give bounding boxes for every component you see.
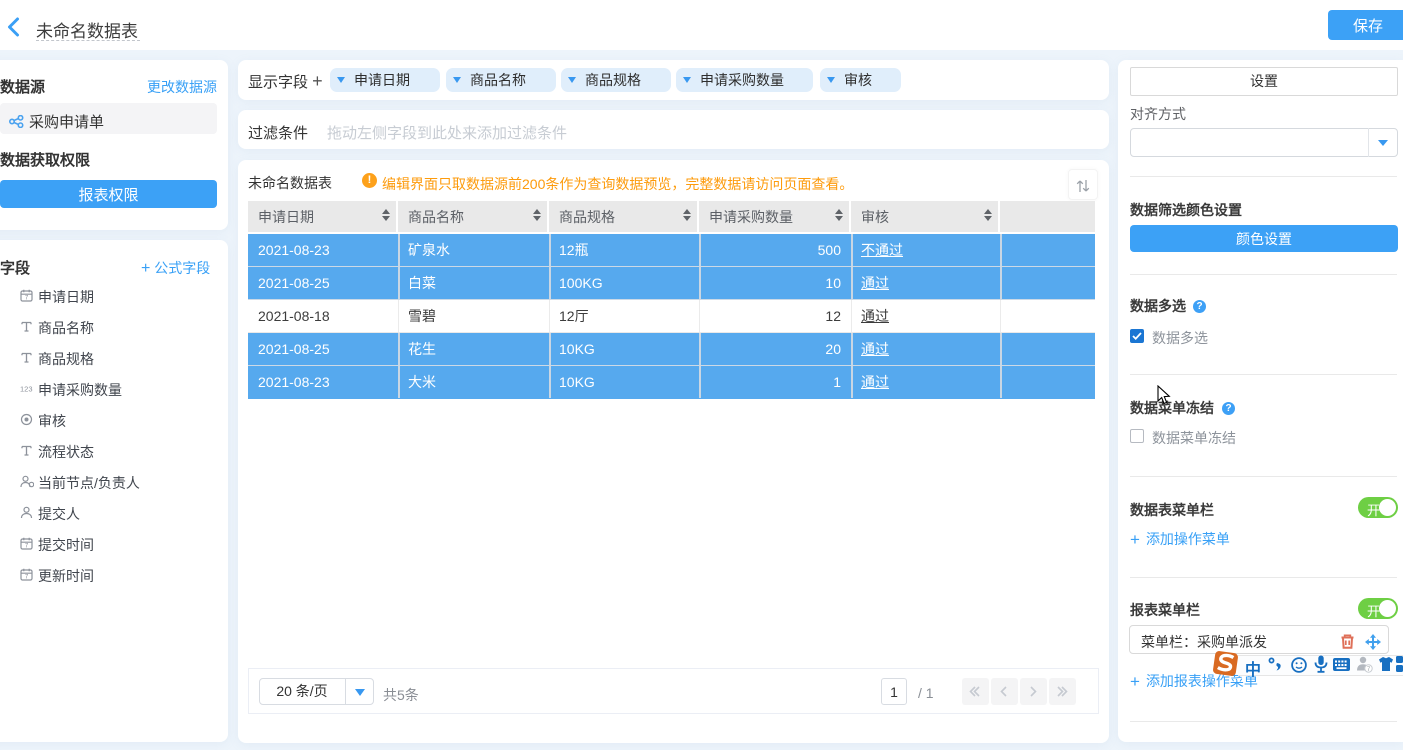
- svg-text:123: 123: [20, 385, 33, 394]
